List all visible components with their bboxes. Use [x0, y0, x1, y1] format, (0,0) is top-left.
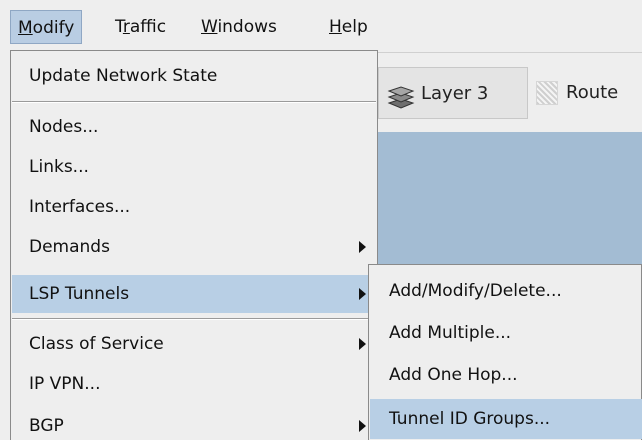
submenu-arrow-icon	[359, 241, 366, 253]
submenu-arrow-icon	[359, 338, 366, 350]
menu-item-ip-vpn[interactable]: IP VPN...	[12, 365, 376, 403]
submenu-item-add-multiple[interactable]: Add Multiple...	[370, 313, 642, 353]
toolbar: Layer 3 Route	[376, 52, 642, 132]
menu-separator	[12, 318, 376, 320]
menu-item-interfaces[interactable]: Interfaces...	[12, 188, 376, 226]
menu-help[interactable]: Help	[322, 10, 375, 44]
menu-item-bgp[interactable]: BGP	[12, 407, 376, 440]
menu-bar: Modify Traffic Windows Help	[0, 0, 642, 52]
modify-dropdown: Update Network State Nodes... Links... I…	[10, 50, 378, 440]
lsp-tunnels-submenu: Add/Modify/Delete... Add Multiple... Add…	[368, 264, 642, 440]
menu-item-links[interactable]: Links...	[12, 148, 376, 186]
submenu-item-tunnel-id-groups[interactable]: Tunnel ID Groups...	[370, 399, 642, 439]
menu-item-update-network-state[interactable]: Update Network State	[12, 57, 376, 95]
menu-modify[interactable]: Modify	[10, 10, 83, 44]
menu-windows[interactable]: Windows	[194, 10, 284, 44]
menu-separator	[12, 101, 376, 103]
submenu-item-add-one-hop[interactable]: Add One Hop...	[370, 355, 642, 395]
layer-3-button[interactable]: Layer 3	[378, 67, 528, 119]
menu-item-nodes[interactable]: Nodes...	[12, 108, 376, 146]
layers-icon	[385, 80, 415, 132]
menu-traffic[interactable]: Traffic	[108, 10, 173, 44]
menu-item-class-of-service[interactable]: Class of Service	[12, 325, 376, 363]
layer-3-label: Layer 3	[421, 83, 489, 104]
submenu-arrow-icon	[359, 420, 366, 432]
menu-item-demands[interactable]: Demands	[12, 228, 376, 266]
route-label: Route	[566, 82, 619, 103]
route-button[interactable]: Route	[534, 67, 642, 119]
menu-item-lsp-tunnels[interactable]: LSP Tunnels	[12, 275, 376, 313]
route-icon	[536, 81, 558, 105]
submenu-item-add-modify-delete[interactable]: Add/Modify/Delete...	[370, 271, 642, 311]
submenu-arrow-icon	[359, 288, 366, 300]
